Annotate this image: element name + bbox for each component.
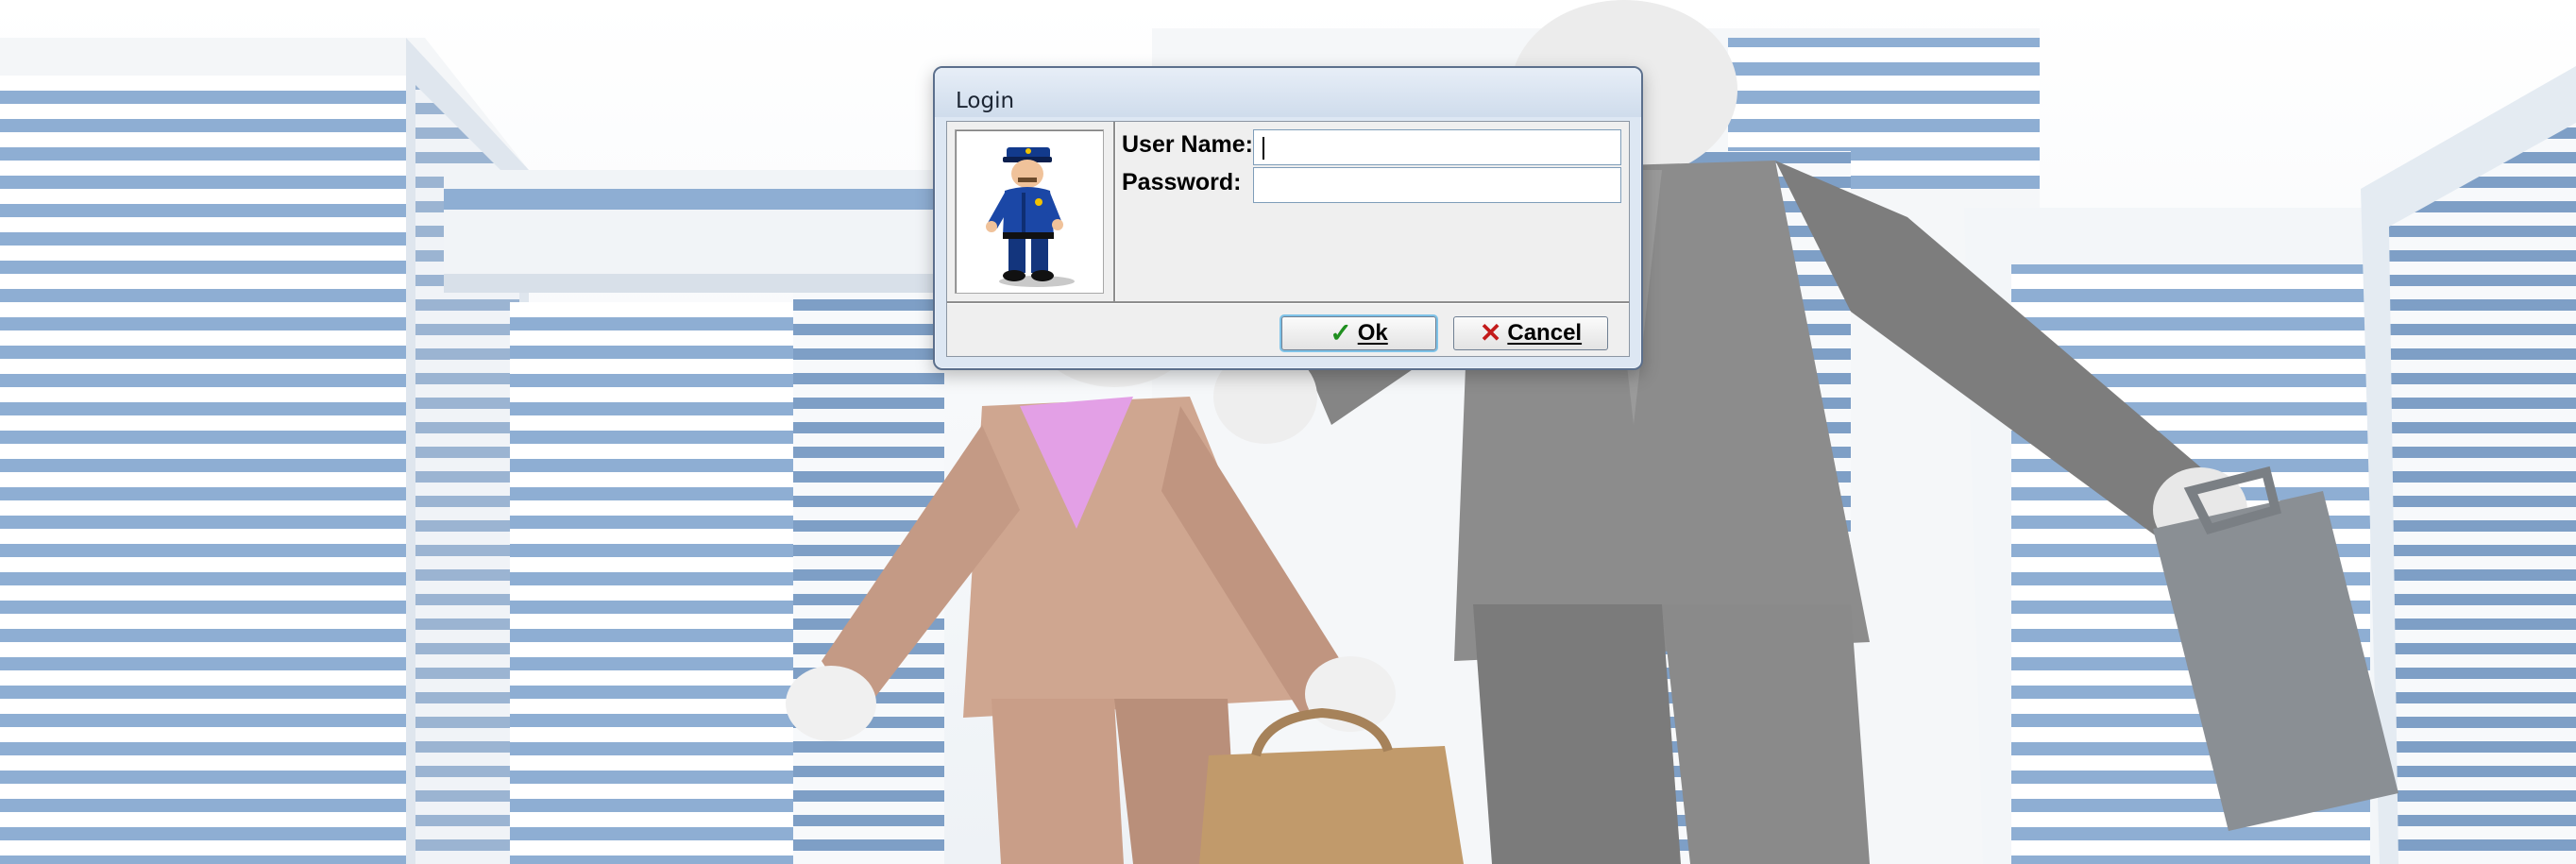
police-officer-icon — [986, 147, 1075, 287]
ok-button-label: Ok — [1357, 320, 1388, 346]
ok-button[interactable]: ✓ Ok — [1281, 316, 1436, 350]
user-name-label: User Name: — [1122, 131, 1253, 158]
police-officer-image — [955, 129, 1104, 294]
x-icon: ✕ — [1479, 318, 1502, 347]
password-label: Password: — [1122, 169, 1242, 195]
title-bar[interactable]: Login — [935, 68, 1641, 117]
horizontal-separator — [947, 301, 1629, 304]
building-left — [0, 38, 529, 864]
skybridge — [444, 170, 973, 293]
dialog-title: Login — [956, 89, 1015, 113]
text-cursor — [1263, 137, 1264, 160]
user-name-field[interactable] — [1253, 129, 1621, 165]
check-icon: ✓ — [1330, 318, 1352, 347]
vertical-separator — [1113, 122, 1116, 301]
cancel-button-label: Cancel — [1507, 320, 1583, 346]
cancel-button[interactable]: ✕ Cancel — [1453, 316, 1608, 350]
dialog-body: User Name: Password: ✓ Ok ✕ Cancel — [946, 121, 1630, 357]
login-dialog: Login User Name: Password: ✓ Ok ✕ Cancel — [933, 66, 1643, 370]
password-field[interactable] — [1253, 167, 1621, 203]
